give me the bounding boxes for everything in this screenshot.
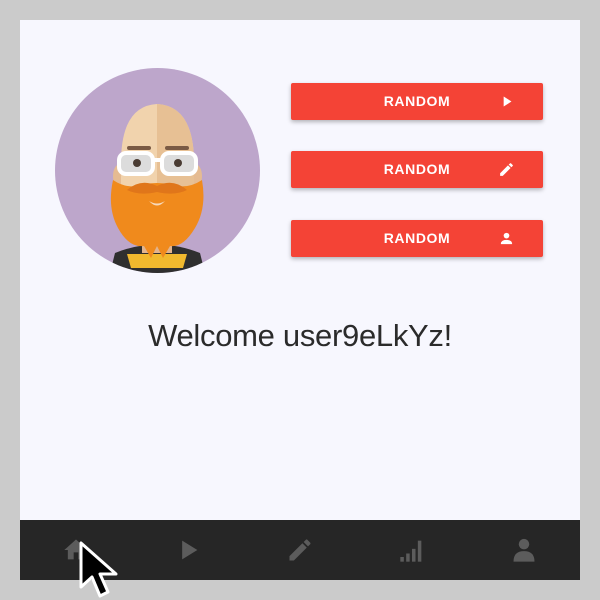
nav-edit[interactable] bbox=[244, 520, 356, 580]
play-icon bbox=[503, 96, 512, 107]
bearded-man-avatar-icon bbox=[110, 104, 205, 273]
app-screen: RANDOM RANDOM RANDOM Welcome user9eLkYz! bbox=[20, 20, 580, 580]
nav-stats[interactable] bbox=[356, 520, 468, 580]
person-icon bbox=[500, 232, 513, 245]
play-icon bbox=[182, 540, 198, 560]
pencil-icon bbox=[500, 163, 513, 176]
bottom-navigation bbox=[20, 520, 580, 580]
pencil-icon bbox=[289, 539, 311, 561]
home-icon bbox=[64, 539, 88, 560]
nav-play[interactable] bbox=[132, 520, 244, 580]
person-icon bbox=[513, 538, 535, 562]
random-play-button[interactable]: RANDOM bbox=[291, 83, 543, 120]
signal-bars-icon bbox=[400, 540, 422, 562]
profile-avatar bbox=[55, 68, 260, 273]
nav-profile[interactable] bbox=[468, 520, 580, 580]
random-edit-button[interactable]: RANDOM bbox=[291, 151, 543, 188]
nav-home[interactable] bbox=[20, 520, 132, 580]
random-profile-button[interactable]: RANDOM bbox=[291, 220, 543, 257]
welcome-message: Welcome user9eLkYz! bbox=[148, 318, 452, 353]
